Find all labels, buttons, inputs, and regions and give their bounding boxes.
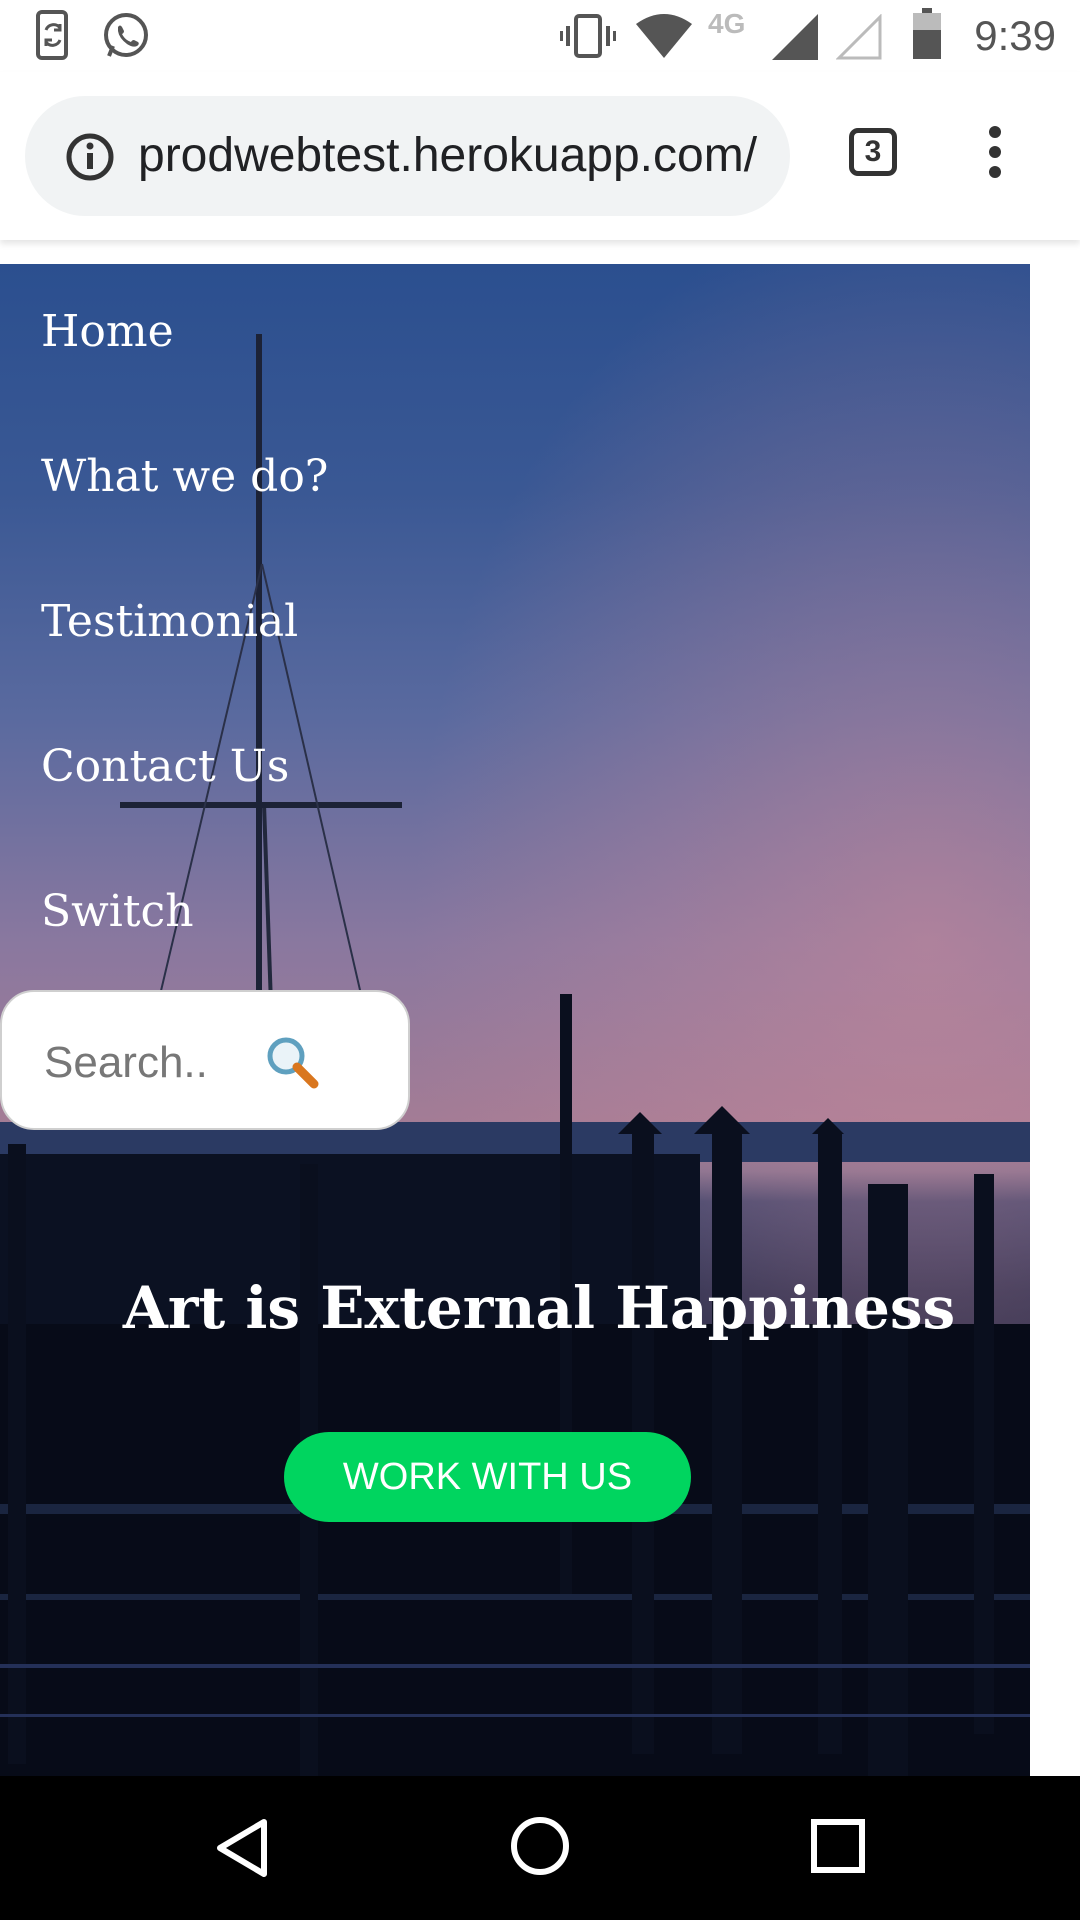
hero-section: Home What we do? Testimonial Contact Us … — [0, 264, 1030, 1776]
nav-link-testimonial[interactable]: Testimonial — [41, 596, 298, 647]
whatsapp-icon — [104, 13, 148, 57]
home-icon[interactable] — [508, 1814, 572, 1878]
network-type-label: 4G — [708, 8, 746, 39]
signal-empty-icon — [836, 14, 882, 60]
browser-toolbar: prodwebtest.herokuapp.com/ 3 — [0, 72, 1080, 240]
signal-icon — [772, 14, 818, 60]
recent-apps-icon[interactable] — [810, 1818, 866, 1874]
search-box — [0, 990, 410, 1130]
clock: 9:39 — [974, 12, 1056, 59]
phone-sync-icon — [36, 10, 68, 60]
back-icon[interactable] — [212, 1816, 272, 1880]
system-nav-bar — [0, 1776, 1080, 1920]
tab-switcher-button[interactable]: 3 — [849, 128, 897, 176]
battery-icon — [913, 8, 941, 59]
nav-link-home[interactable]: Home — [41, 306, 174, 357]
nav-link-contact-us[interactable]: Contact Us — [41, 741, 289, 792]
overflow-menu-icon[interactable] — [980, 124, 1010, 180]
search-input[interactable] — [42, 1032, 246, 1094]
search-icon[interactable] — [262, 1032, 322, 1092]
status-bar: 4G 9:39 — [0, 0, 1080, 72]
nav-link-what-we-do[interactable]: What we do? — [41, 451, 328, 502]
work-with-us-button[interactable]: WORK WITH US — [284, 1432, 691, 1522]
info-icon[interactable] — [65, 132, 115, 182]
hero-tagline: Art is External Happiness — [122, 1274, 956, 1342]
address-bar[interactable]: prodwebtest.herokuapp.com/ — [25, 96, 790, 216]
vibrate-icon — [560, 14, 616, 58]
nav-link-switch[interactable]: Switch — [41, 886, 194, 937]
url-text[interactable]: prodwebtest.herokuapp.com/ — [138, 124, 788, 188]
wifi-icon — [636, 14, 692, 58]
